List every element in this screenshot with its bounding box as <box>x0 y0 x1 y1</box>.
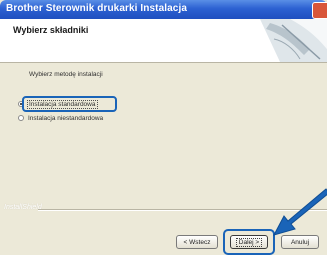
prompt-label: Wybierz metodę instalacji <box>29 71 103 78</box>
option-highlight <box>22 96 117 112</box>
wizard-header: Wybierz składniki <box>0 19 327 63</box>
pointer-arrow-icon <box>273 188 327 236</box>
installer-window: Brother Sterownik drukarki Instalacja Wy… <box>0 0 327 255</box>
header-graphic-icon <box>260 19 327 62</box>
installshield-brand: InstallShield <box>4 204 42 211</box>
back-button-label: < Wstecz <box>183 238 211 246</box>
page-heading: Wybierz składniki <box>13 25 89 35</box>
title-bar[interactable]: Brother Sterownik drukarki Instalacja <box>0 0 327 19</box>
radio-custom[interactable] <box>18 115 24 121</box>
option-custom-label: Instalacja niestandardowa <box>28 114 104 122</box>
option-custom[interactable]: Instalacja niestandardowa <box>18 112 103 124</box>
close-icon[interactable] <box>312 2 327 19</box>
wizard-body: Wybierz metodę instalacji Instalacja sta… <box>0 63 327 255</box>
back-button[interactable]: < Wstecz <box>176 235 218 249</box>
window-title: Brother Sterownik drukarki Instalacja <box>6 3 187 14</box>
